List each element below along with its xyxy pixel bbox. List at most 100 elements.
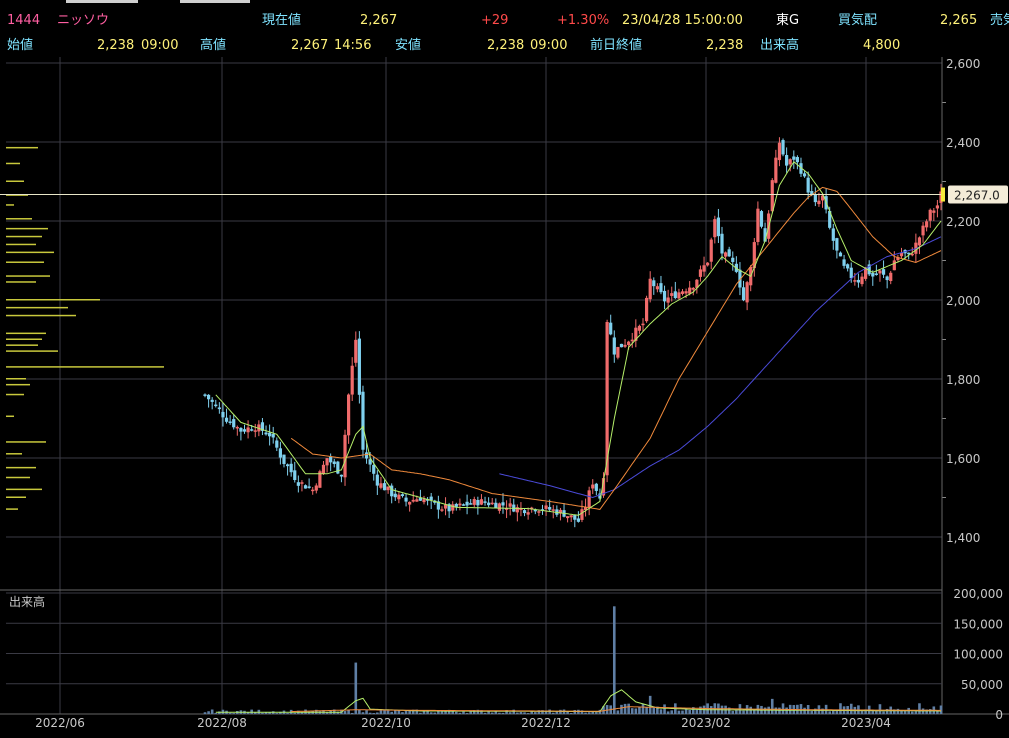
candle-body xyxy=(619,343,624,348)
candle-body xyxy=(774,157,778,183)
volume-bar xyxy=(770,698,774,714)
candle-body xyxy=(336,461,340,474)
volume-bar xyxy=(896,708,900,714)
volume-bar xyxy=(490,712,494,714)
candle-body xyxy=(382,483,387,491)
volume-bar xyxy=(587,712,591,714)
volume-ma-short xyxy=(215,689,941,713)
candle-body xyxy=(461,504,466,506)
volume-bar xyxy=(810,710,814,714)
candle-body xyxy=(357,338,361,395)
candle-body xyxy=(343,434,347,478)
candle-body xyxy=(404,497,408,502)
candle-body xyxy=(623,344,627,347)
price-chart[interactable]: 2,600 2,400 2,200 2,000 1,800 1,600 1,400 2022/… xyxy=(0,0,1009,738)
price-volume-bar xyxy=(6,235,42,238)
volume-bar xyxy=(839,703,842,714)
candle-body xyxy=(889,272,893,282)
price-volume-bar xyxy=(6,344,38,346)
candle-body xyxy=(289,463,293,473)
price-volume-bar xyxy=(6,488,42,491)
price-volume-bar xyxy=(6,466,36,469)
candle-body xyxy=(838,252,843,257)
candle-body xyxy=(702,265,706,272)
candle-body xyxy=(709,239,713,262)
price-volume-bar xyxy=(6,243,36,246)
candle-body xyxy=(892,260,896,271)
volume-bar xyxy=(623,703,627,714)
volume-bar xyxy=(293,712,297,714)
volume-axis-label: 200,000 xyxy=(953,587,1003,601)
candle-body xyxy=(253,430,257,432)
candle-body xyxy=(680,291,685,294)
volume-bar xyxy=(207,711,210,714)
price-volume-bar xyxy=(6,251,54,254)
price-volume-bar xyxy=(6,383,30,386)
volume-bar xyxy=(451,711,455,714)
volume-bar xyxy=(699,706,702,714)
candle-body xyxy=(250,429,254,431)
volume-bar xyxy=(401,712,404,714)
candle-body xyxy=(476,499,480,506)
candle-body xyxy=(792,156,796,160)
candle-body xyxy=(350,365,354,395)
candle-body xyxy=(594,483,598,491)
volume-bar xyxy=(799,704,803,714)
candle-body xyxy=(522,510,527,514)
candle-body xyxy=(835,238,839,251)
candle-body xyxy=(813,194,817,203)
volume-bar xyxy=(419,712,422,714)
volume-panel-title: 出来高 xyxy=(9,594,45,609)
price-volume-bar xyxy=(6,441,46,443)
candle-body xyxy=(325,458,329,466)
volume-bar xyxy=(849,703,853,714)
candle-body xyxy=(479,499,484,505)
volume-bar xyxy=(365,710,368,714)
time-axis-label: 2022/12 xyxy=(521,716,571,730)
time-axis-label: 2022/06 xyxy=(35,716,85,730)
volume-bar xyxy=(616,710,620,714)
candle-body xyxy=(307,486,311,488)
volume-bar xyxy=(763,707,767,714)
candle-body xyxy=(860,276,864,285)
candle-body xyxy=(347,394,351,436)
candle-body xyxy=(548,507,552,510)
volume-bar xyxy=(361,712,365,714)
candle-body xyxy=(235,426,239,429)
volume-bar xyxy=(275,713,279,714)
time-axis-label: 2022/10 xyxy=(361,716,411,730)
candle-body xyxy=(293,470,297,481)
price-volume-bar xyxy=(6,366,164,368)
current-price-label: 2,267.0 xyxy=(954,189,1000,203)
candle-body xyxy=(508,503,512,507)
volume-bar xyxy=(666,711,670,714)
candle-body xyxy=(842,259,846,266)
candle-body xyxy=(483,501,487,503)
volume-axis-label: 50,000 xyxy=(961,678,1003,692)
candle-body xyxy=(375,474,379,486)
price-volume-bar xyxy=(6,314,76,317)
candle-body xyxy=(354,339,358,363)
candle-body xyxy=(526,512,530,515)
candle-body xyxy=(210,399,214,402)
volume-bar xyxy=(695,709,699,714)
volume-bar xyxy=(379,710,383,714)
candle-body xyxy=(645,297,649,322)
volume-bar xyxy=(343,710,347,714)
volume-bar xyxy=(368,712,372,714)
volume-bar xyxy=(261,712,264,714)
candle-body xyxy=(278,448,282,458)
volume-bar xyxy=(875,711,878,714)
candle-body xyxy=(627,341,631,346)
candle-body xyxy=(469,503,473,505)
volume-axis-label: 100,000 xyxy=(953,648,1003,662)
candle-body xyxy=(537,511,541,513)
candle-body xyxy=(494,502,498,509)
candle-body xyxy=(576,518,580,522)
candle-body xyxy=(853,280,857,282)
candle-body xyxy=(756,208,760,242)
volume-bar xyxy=(228,712,232,714)
volume-bar xyxy=(534,712,537,714)
candle-body xyxy=(706,262,710,266)
time-axis-label: 2023/02 xyxy=(681,716,731,730)
